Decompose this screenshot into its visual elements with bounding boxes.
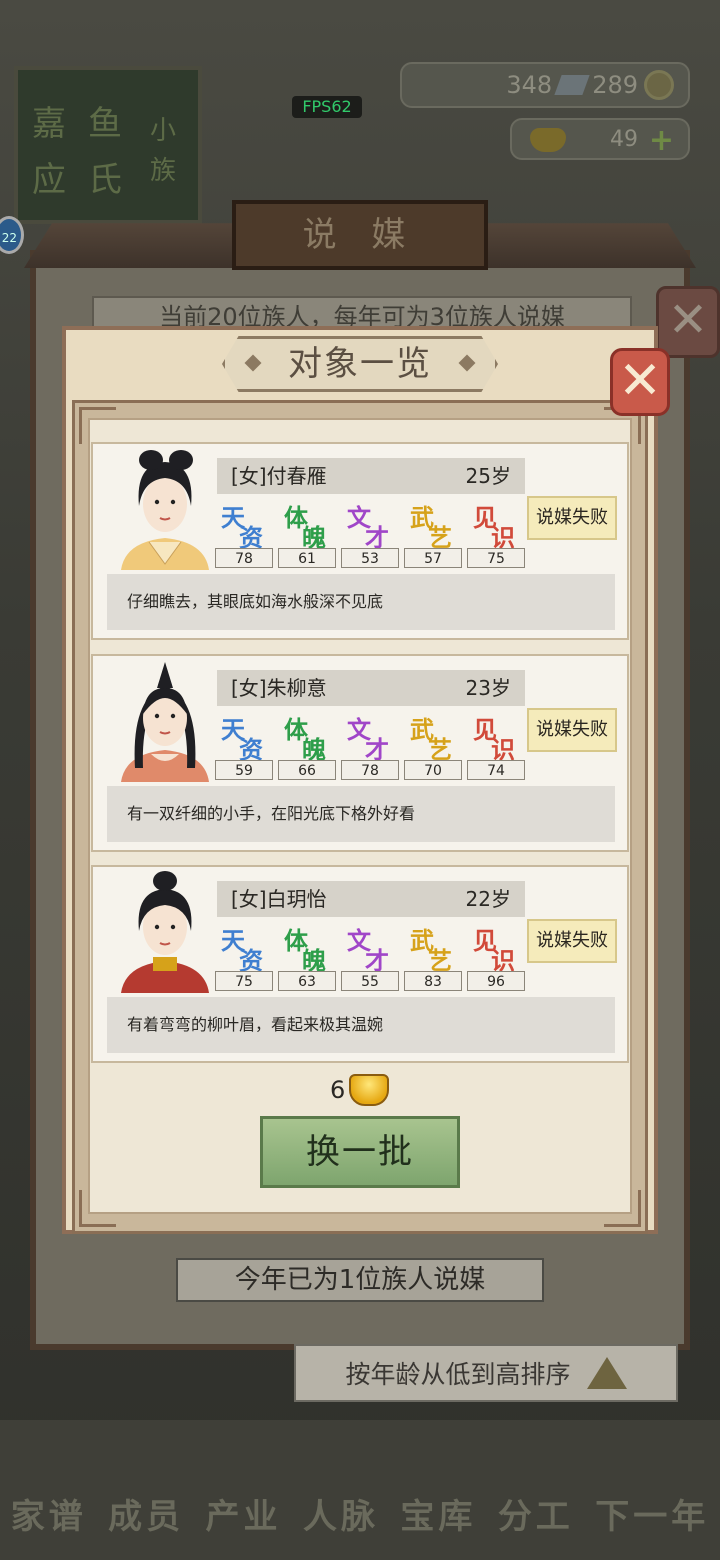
candidate-name: [女]朱柳意 [231,676,327,700]
silver-icon [554,75,590,95]
stat-value: 83 [404,971,462,991]
currency-bar: 348 289 [400,62,690,108]
nav-connections[interactable]: 人脉 [303,1489,379,1560]
candidate-name-bar: [女]付春雁 25岁 [217,458,525,494]
candidate-age: 25岁 [465,464,511,488]
bottom-nav: 家谱 成员 产业 人脉 宝库 分工 下一年 [0,1420,720,1560]
matchmaking-status-button[interactable]: 说媒失败 [527,919,617,963]
stat-value: 63 [278,971,336,991]
copper-count: 348 [506,71,553,99]
stat-value: 66 [278,760,336,780]
fps-counter: FPS62 [292,96,362,118]
nav-assignments[interactable]: 分工 [498,1489,574,1560]
stat-value: 70 [404,760,462,780]
stat-value: 75 [467,548,525,568]
stat-insight: 见识 75 [467,498,525,570]
gold-ingot-icon [530,128,566,152]
matchmaking-status-button[interactable]: 说媒失败 [527,496,617,540]
plaque-char: 族 [150,156,177,186]
diamond-ornament-icon [244,354,262,372]
stat-value: 53 [341,548,399,568]
candidate-description: 有一双纤细的小手，在阳光底下格外好看 [107,786,615,842]
coin-icon [644,70,674,100]
matchmaking-title: 说 媒 [232,200,488,270]
stat-physique: 体魄 61 [278,498,336,570]
stat-martial: 武艺 83 [404,921,462,993]
stat-talent: 天资 75 [215,921,273,993]
stat-physique: 体魄 66 [278,710,336,782]
candidate-description: 有着弯弯的柳叶眉，看起来极其温婉 [107,997,615,1053]
diamond-ornament-icon [458,354,476,372]
candidate-portrait [121,450,209,570]
stat-literary: 文才 55 [341,921,399,993]
candidate-card: [女]白玥怡 22岁 天资 75 体魄 63 文才 55 武艺 83 见识 96… [91,865,629,1063]
stat-value: 61 [278,548,336,568]
outer-close-button[interactable]: ✕ [656,286,720,358]
stat-martial: 武艺 70 [404,710,462,782]
candidate-name-bar: [女]朱柳意 23岁 [217,670,525,706]
stat-literary: 文才 53 [341,498,399,570]
stat-physique: 体魄 63 [278,921,336,993]
stat-value: 78 [215,548,273,568]
clan-plaque: 嘉 鱼 应 氏 小 族 [14,66,202,224]
stat-value: 78 [341,760,399,780]
plaque-char: 氏 [88,160,122,200]
candidate-age: 23岁 [465,676,511,700]
refresh-cost-value: 6 [330,1076,346,1104]
close-button[interactable]: ✕ [610,348,670,416]
stat-value: 57 [404,548,462,568]
nav-treasury[interactable]: 宝库 [400,1489,476,1560]
candidate-card: [女]朱柳意 23岁 天资 59 体魄 66 文才 78 武艺 70 见识 74… [91,654,629,852]
candidate-portrait [121,871,209,993]
matchmaking-count-label: 今年已为1位族人说媒 [176,1258,544,1302]
stat-insight: 见识 96 [467,921,525,993]
nav-members[interactable]: 成员 [108,1489,184,1560]
stat-insight: 见识 74 [467,710,525,782]
candidate-card: [女]付春雁 25岁 天资 78 体魄 61 文才 53 武艺 57 见识 75… [91,442,629,640]
gold-ingot-icon [349,1074,390,1106]
stat-talent: 天资 78 [215,498,273,570]
candidate-name: [女]付春雁 [231,464,327,488]
nav-industry[interactable]: 产业 [206,1489,282,1560]
stat-literary: 文才 78 [341,710,399,782]
stat-value: 59 [215,760,273,780]
stat-martial: 武艺 57 [404,498,462,570]
gold-bar: 49 + [510,118,690,160]
candidate-portrait [121,662,209,782]
nav-family-tree[interactable]: 家谱 [11,1489,87,1560]
add-gold-icon[interactable]: + [649,126,674,156]
candidate-description: 仔细瞧去，其眼底如海水般深不见底 [107,574,615,630]
candidate-name: [女]白玥怡 [231,887,327,911]
matchmaking-status-button[interactable]: 说媒失败 [527,708,617,752]
nav-next-year[interactable]: 下一年 [595,1489,709,1560]
candidate-age: 22岁 [465,887,511,911]
dialog-title-text: 对象一览 [288,344,432,384]
plaque-char: 应 [32,160,66,200]
stat-value: 96 [467,971,525,991]
refresh-batch-button[interactable]: 换一批 [260,1116,460,1188]
plaque-char: 小 [150,116,177,146]
plaque-char: 嘉 [32,104,66,144]
stat-talent: 天资 59 [215,710,273,782]
dialog-title: 对象一览 [222,336,498,392]
sort-by-age-button[interactable]: 按年龄从低到高排序 [294,1344,678,1402]
candidate-name-bar: [女]白玥怡 22岁 [217,881,525,917]
plaque-char: 鱼 [88,104,122,144]
stat-value: 74 [467,760,525,780]
stat-value: 75 [215,971,273,991]
sort-triangle-icon [586,1357,627,1389]
silver-count: 289 [592,71,638,99]
sort-label: 按年龄从低到高排序 [345,1360,571,1389]
gold-count: 49 [610,126,638,152]
stat-value: 55 [341,971,399,991]
refresh-cost: 6 [330,1072,390,1108]
